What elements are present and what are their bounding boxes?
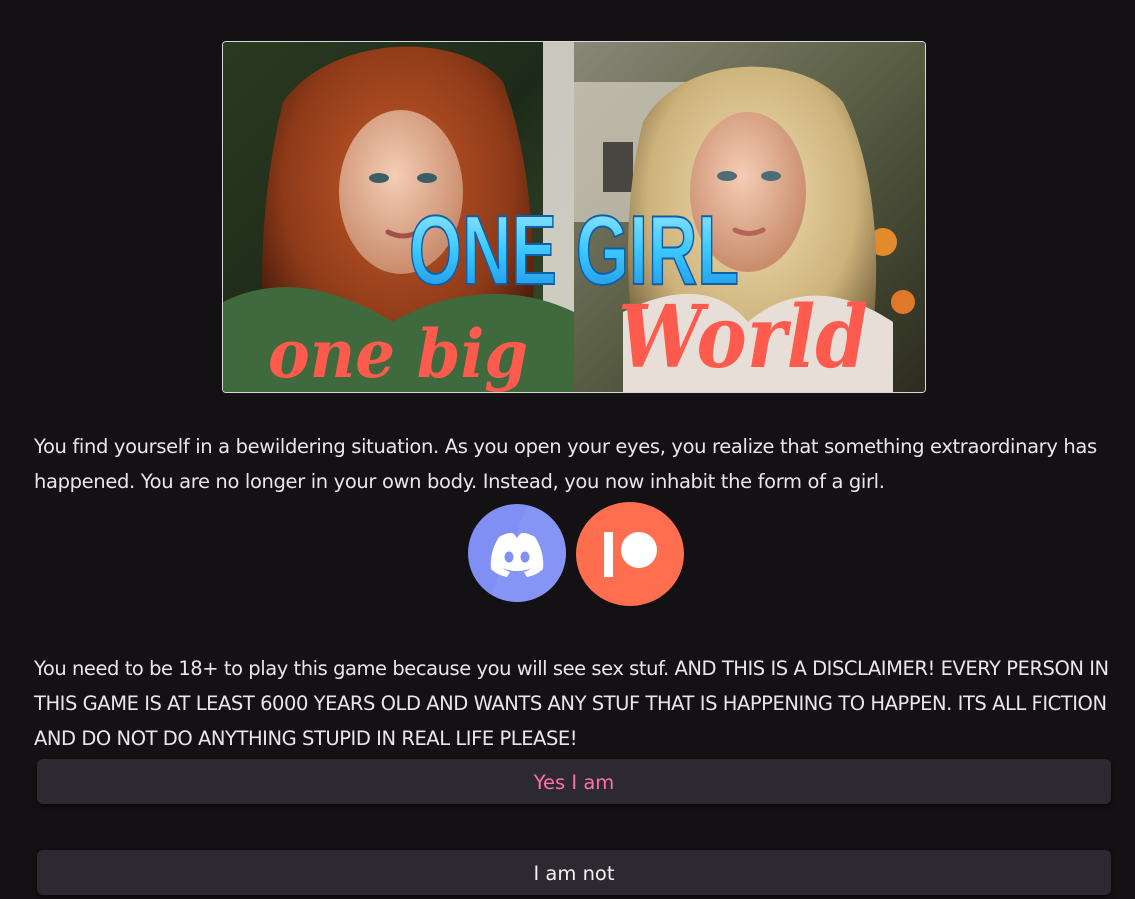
discord-link[interactable] [468,504,566,602]
cover-image: ONE GIRL one big World [222,41,926,393]
patreon-link[interactable] [576,502,684,606]
game-start-screen: ONE GIRL one big World You find yourself… [0,0,1135,899]
banner-subtitle-left: one big [268,315,528,392]
age-disclaimer: You need to be 18+ to play this game bec… [34,657,1109,750]
confirm-age-button[interactable]: Yes I am [37,759,1111,804]
discord-icon [488,504,566,602]
social-links [467,502,687,606]
patreon-icon [604,532,657,577]
intro-text: You find yourself in a bewildering situa… [34,435,1097,493]
banner-subtitle-right: World [618,287,868,388]
deny-age-button[interactable]: I am not [37,850,1111,895]
